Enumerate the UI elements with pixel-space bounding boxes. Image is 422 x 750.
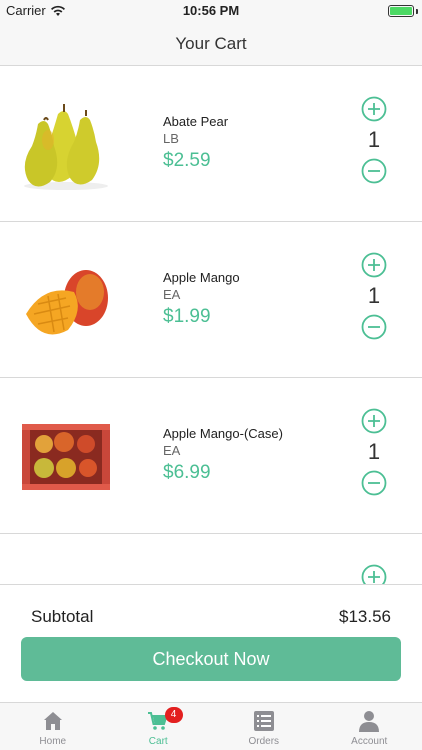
cart-item[interactable]: Apple Mango-(Case) EA $6.99 1 (0, 378, 422, 534)
quantity-stepper[interactable] (358, 564, 390, 584)
quantity-value: 1 (367, 127, 381, 152)
product-unit: LB (163, 131, 179, 146)
cart-item[interactable]: Apple Mango EA $1.99 1 (0, 222, 422, 378)
tab-home[interactable]: Home (0, 703, 106, 750)
checkout-button[interactable]: Checkout Now (21, 637, 401, 681)
subtotal-bar: Subtotal $13.56 Checkout Now (0, 584, 422, 702)
product-name: Abate Pear (163, 114, 229, 129)
product-price: $2.59 (163, 150, 211, 171)
product-price: $6.99 (163, 462, 211, 483)
product-price: $1.99 (163, 306, 211, 327)
product-unit: EA (163, 287, 181, 302)
cart-badge: 4 (164, 707, 183, 723)
product-name: Apple Mango-(Case) (163, 426, 283, 441)
plus-icon[interactable] (361, 408, 387, 434)
nav-bar: Your Cart (0, 22, 422, 66)
subtotal-label: Subtotal (31, 607, 94, 626)
minus-icon[interactable] (361, 158, 387, 184)
tab-label: Orders (248, 736, 280, 747)
cart-item-partial[interactable] (0, 534, 422, 584)
plus-icon[interactable] (361, 96, 387, 122)
list-icon (253, 711, 274, 731)
product-info: Apple Mango-(Case) EA $6.99 (163, 426, 283, 484)
tab-bar: Home 4 Cart Orders Account (0, 702, 422, 750)
tab-cart[interactable]: 4 Cart (106, 703, 212, 750)
plus-icon[interactable] (361, 564, 387, 584)
cart-list[interactable]: Abate Pear LB $2.59 1 Apple Mango EA $1.… (0, 66, 422, 584)
quantity-value: 1 (367, 283, 381, 308)
minus-icon[interactable] (361, 470, 387, 496)
mango-icon (26, 270, 108, 335)
battery-tip (416, 9, 418, 14)
page-title: Your Cart (175, 34, 247, 53)
cart-item[interactable]: Abate Pear LB $2.59 1 (0, 66, 422, 222)
tab-orders[interactable]: Orders (211, 703, 317, 750)
tab-label: Cart (148, 736, 168, 747)
person-icon (359, 711, 380, 732)
quantity-stepper[interactable]: 1 (358, 252, 390, 340)
status-bar: Carrier 10:56 PM (0, 0, 422, 22)
battery-icon (388, 5, 414, 17)
mango-case-icon (22, 424, 110, 490)
subtotal-value: $13.56 (339, 607, 391, 626)
quantity-stepper[interactable]: 1 (358, 96, 390, 184)
tab-label: Home (39, 736, 67, 747)
tab-account[interactable]: Account (317, 703, 422, 750)
home-icon (43, 712, 62, 730)
quantity-stepper[interactable]: 1 (358, 408, 390, 496)
product-name: Apple Mango (163, 270, 240, 285)
plus-icon[interactable] (361, 252, 387, 278)
product-info: Abate Pear LB $2.59 (163, 114, 228, 172)
quantity-value: 1 (367, 439, 381, 464)
battery-fill (390, 7, 412, 15)
minus-icon[interactable] (361, 314, 387, 340)
product-unit: EA (163, 443, 181, 458)
status-time: 10:56 PM (182, 3, 240, 18)
tab-label: Account (351, 736, 388, 747)
product-info: Apple Mango EA $1.99 (163, 270, 240, 328)
pear-icon (24, 104, 108, 190)
